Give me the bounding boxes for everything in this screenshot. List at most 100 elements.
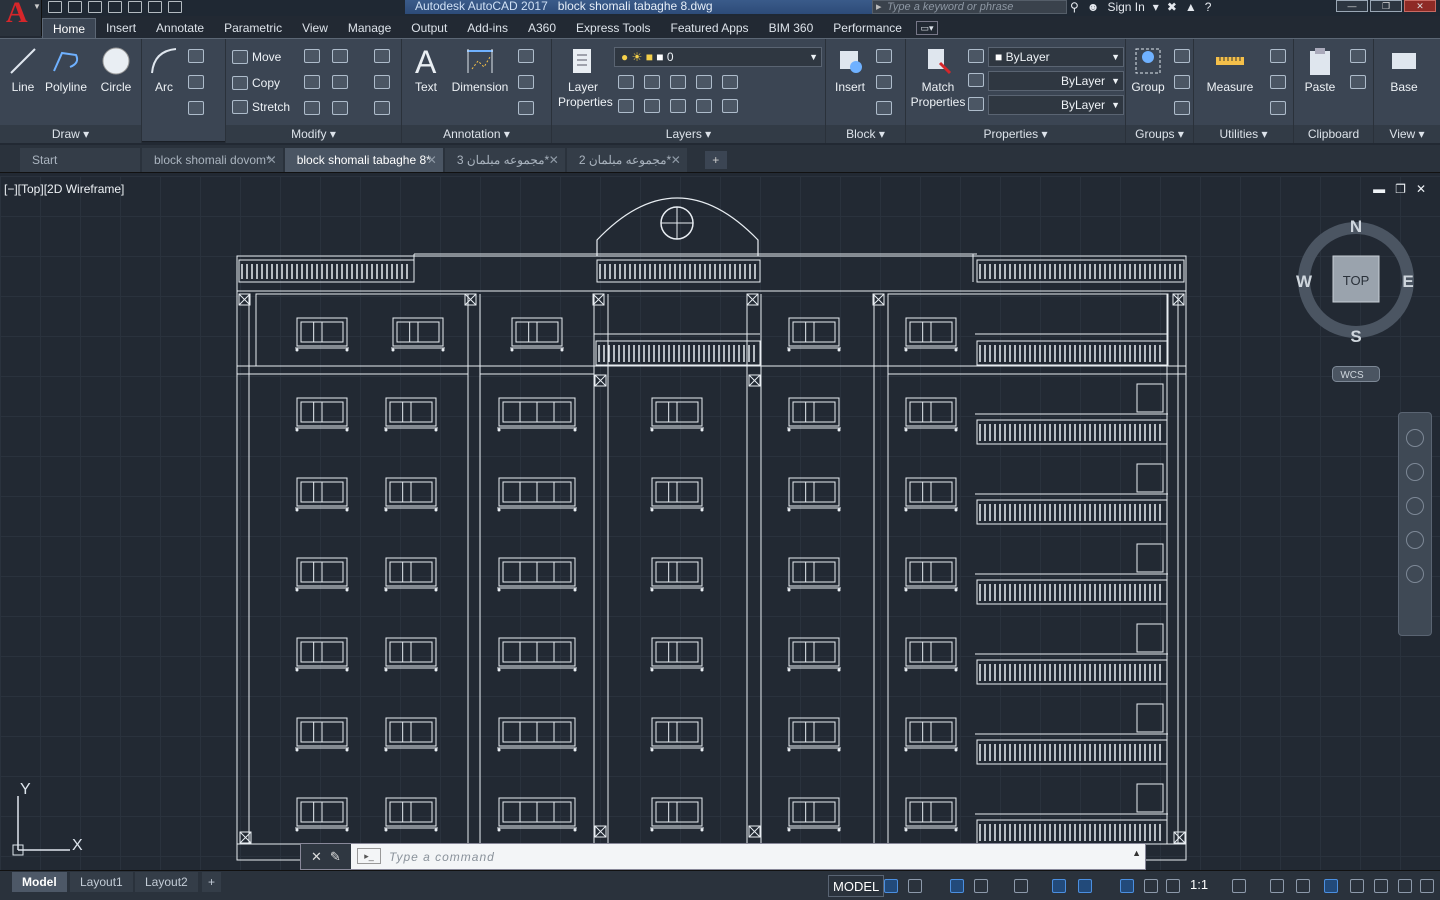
layer-tool-icon[interactable] [722, 99, 738, 113]
group-button[interactable]: Group [1128, 41, 1168, 95]
wcs-menu[interactable]: WCS [1332, 366, 1380, 382]
close-icon[interactable]: ✕ [311, 849, 322, 865]
customize-menu-icon[interactable] [1420, 879, 1434, 893]
region-icon[interactable] [188, 101, 204, 115]
line-button[interactable]: Line [4, 41, 42, 95]
leader-icon[interactable] [518, 75, 534, 89]
chevron-up-icon[interactable]: ▲ [1132, 848, 1141, 858]
layer-tool-icon[interactable] [696, 75, 712, 89]
layer-tool-icon[interactable] [670, 99, 686, 113]
linear-dim-icon[interactable] [518, 49, 534, 63]
table-icon[interactable] [518, 101, 534, 115]
ribbon-tab-featured-apps[interactable]: Featured Apps [661, 18, 759, 38]
copy-button[interactable]: Copy [232, 73, 280, 93]
redo-icon[interactable] [168, 1, 182, 13]
quick-properties-icon[interactable] [1324, 879, 1338, 893]
application-menu-button[interactable]: A ▼ [0, 0, 42, 36]
save-icon[interactable] [88, 1, 102, 13]
close-icon[interactable]: ✕ [267, 148, 277, 172]
model-space-toggle[interactable]: MODEL [828, 875, 885, 897]
polar-icon[interactable] [974, 879, 988, 893]
layer-tool-icon[interactable] [644, 99, 660, 113]
modify-panel-title[interactable]: Modify ▾ [226, 125, 401, 143]
layer-properties-button[interactable]: Layer Properties [558, 41, 613, 110]
layer-tool-icon[interactable] [670, 75, 686, 89]
lineweight-dropdown[interactable]: ByLayer ▼ [988, 95, 1124, 115]
layout-tab-model[interactable]: Model [12, 872, 67, 892]
close-icon[interactable]: ✕ [427, 148, 437, 172]
stretch-button[interactable]: Stretch [232, 97, 290, 117]
binoculars-icon[interactable]: ⚲ [1070, 0, 1079, 14]
annotation-monitor-icon[interactable] [1270, 879, 1284, 893]
ribbon-tab-annotate[interactable]: Annotate [146, 18, 214, 38]
auto-scale-icon[interactable] [1144, 879, 1158, 893]
view-panel-title[interactable]: View ▾ [1374, 125, 1440, 143]
add-layout-button[interactable]: + [202, 872, 222, 892]
attribute-icon[interactable] [876, 101, 892, 115]
doc-tab[interactable]: block shomali dovom* ✕ [142, 148, 283, 172]
snap-icon[interactable] [908, 879, 922, 893]
doc-tab[interactable]: 2 مجموعه مبلمان* ✕ [566, 148, 687, 172]
ribbon-tab-home[interactable]: Home [42, 18, 97, 38]
explode-icon[interactable] [374, 75, 390, 89]
ribbon-tab-insert[interactable]: Insert [96, 18, 146, 38]
help-icon[interactable]: ? [1205, 0, 1212, 14]
calculator-icon[interactable] [1270, 101, 1286, 115]
doc-tab[interactable]: 3 مجموعه مبلمان* ✕ [444, 148, 565, 172]
new-tab-button[interactable]: + [704, 151, 727, 169]
compass-east[interactable]: E [1402, 272, 1413, 291]
copy-clip-icon[interactable] [1350, 75, 1366, 89]
paste-button[interactable]: Paste [1300, 41, 1340, 95]
erase-icon[interactable] [374, 49, 390, 63]
edit-block-icon[interactable] [876, 75, 892, 89]
ribbon-tab-add-ins[interactable]: Add-ins [457, 18, 518, 38]
ribbon-tab-parametric[interactable]: Parametric [214, 18, 292, 38]
ortho-icon[interactable] [950, 879, 964, 893]
open-icon[interactable] [68, 1, 82, 13]
block-panel-title[interactable]: Block ▾ [826, 125, 905, 143]
minimize-button[interactable]: — [1336, 0, 1368, 12]
rotate-icon[interactable] [304, 49, 320, 63]
array-icon[interactable] [332, 101, 348, 115]
text-button[interactable]: A Text [408, 41, 444, 95]
draw-panel-title[interactable]: Draw ▾ [0, 125, 141, 143]
isodraft-icon[interactable] [1014, 879, 1028, 893]
rectangle-icon[interactable] [188, 49, 204, 63]
mirror-icon[interactable] [304, 75, 320, 89]
ribbon-tab-output[interactable]: Output [401, 18, 457, 38]
dimension-button[interactable]: Dimension [448, 41, 512, 95]
close-icon[interactable]: ✕ [671, 148, 681, 172]
match-properties-button[interactable]: Match Properties [908, 41, 968, 110]
doc-tab[interactable]: Start [20, 148, 140, 172]
group-select-icon[interactable] [1174, 101, 1190, 115]
steering-wheel-icon[interactable] [1406, 429, 1424, 447]
object-snap-tracking-icon[interactable] [1052, 879, 1066, 893]
undo-icon[interactable] [148, 1, 162, 13]
close-button[interactable]: ✕ [1404, 0, 1436, 12]
viewcube[interactable]: TOP N S E W [1290, 210, 1426, 350]
compass-south[interactable]: S [1350, 327, 1361, 346]
command-prompt-icon[interactable]: ▸_ [357, 848, 381, 864]
units-icon[interactable] [1296, 879, 1310, 893]
close-icon[interactable]: ✕ [549, 148, 559, 172]
annotation-scale-icon[interactable] [1166, 879, 1180, 893]
layer-tool-icon[interactable] [618, 75, 634, 89]
circle-button[interactable]: Circle [94, 41, 138, 95]
scale-icon[interactable] [304, 101, 320, 115]
chevron-down-icon[interactable]: ▾ [1153, 0, 1159, 14]
offset-icon[interactable] [374, 101, 390, 115]
layers-panel-title[interactable]: Layers ▾ [552, 125, 825, 143]
clean-screen-icon[interactable] [1398, 879, 1412, 893]
object-snap-icon[interactable] [1078, 879, 1092, 893]
restore-button[interactable]: ❐ [1370, 0, 1402, 12]
ribbon-tab-bim-360[interactable]: BIM 360 [759, 18, 824, 38]
showmotion-icon[interactable] [1406, 565, 1424, 583]
fillet-icon[interactable] [332, 75, 348, 89]
ribbon-tab-a360[interactable]: A360 [518, 18, 566, 38]
layer-tool-icon[interactable] [696, 99, 712, 113]
search-input[interactable]: ▸ Type a keyword or phrase [872, 0, 1067, 14]
create-block-icon[interactable] [876, 49, 892, 63]
layer-tool-icon[interactable] [722, 75, 738, 89]
zoom-icon[interactable] [1406, 497, 1424, 515]
cut-icon[interactable] [1350, 49, 1366, 63]
